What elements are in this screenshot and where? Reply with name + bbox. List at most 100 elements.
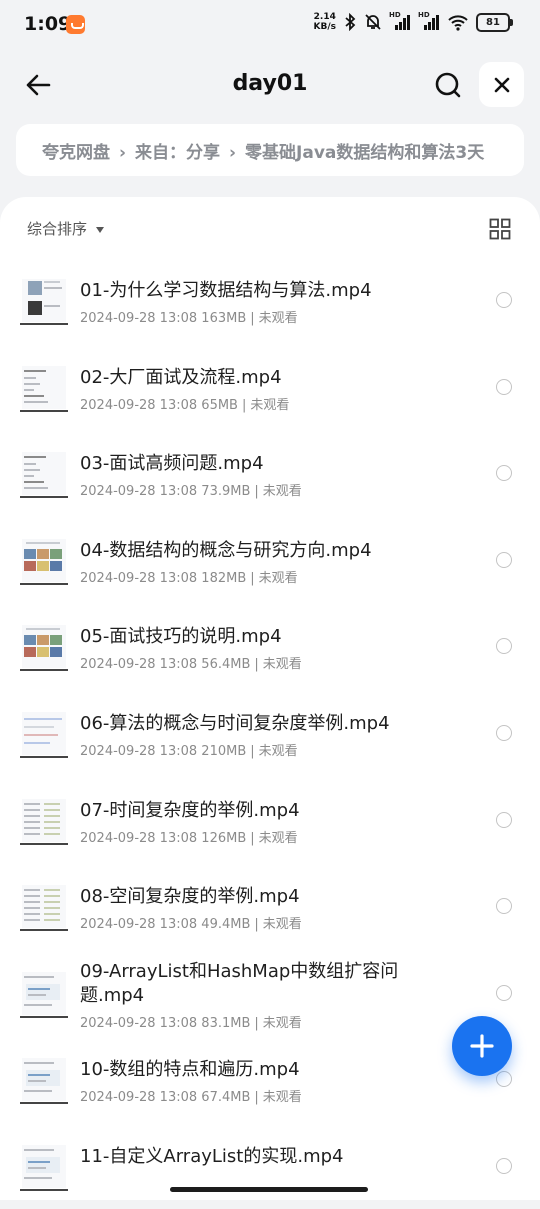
file-date: 2024-09-28 13:08 — [80, 311, 198, 326]
file-meta: 2024-09-28 13:08 210MB | 未观看 — [80, 740, 298, 759]
network-speed-value: 2.14 — [313, 12, 336, 22]
meta-divider: | — [254, 484, 259, 500]
select-radio[interactable] — [496, 638, 512, 655]
file-row[interactable]: 11-自定义ArrayList的实现.mp4 — [0, 1123, 540, 1209]
file-row[interactable]: 05-面试技巧的说明.mp4 2024-09-28 13:08 56.4MB | 未观… — [0, 603, 540, 689]
file-name: 06-算法的概念与时间复杂度举例.mp4 — [80, 713, 390, 734]
video-thumbnail — [20, 277, 68, 325]
select-radio[interactable] — [496, 465, 512, 482]
file-name: 05-面试技巧的说明.mp4 — [80, 626, 282, 648]
file-date: 2024-09-28 13:08 — [80, 1015, 198, 1031]
select-radio[interactable] — [496, 551, 512, 568]
select-radio[interactable] — [496, 984, 512, 1001]
watch-status: 未观看 — [262, 917, 302, 933]
search-icon — [435, 72, 461, 98]
file-name: 10-数组的特点和遍历.mp4 — [80, 1059, 300, 1081]
select-radio[interactable] — [496, 1158, 512, 1174]
video-thumbnail — [20, 1056, 68, 1105]
file-row[interactable]: 08-空间复杂度的举例.mp4 2024-09-28 13:08 49.4MB | 未… — [0, 863, 540, 949]
wifi-icon — [448, 15, 468, 31]
file-size: 49.4MB — [201, 917, 251, 933]
file-name: 04-数据结构的概念与研究方向.mp4 — [80, 539, 372, 561]
sort-dropdown[interactable]: 综合排序 — [27, 218, 105, 239]
video-thumbnail — [20, 969, 68, 1018]
file-row[interactable]: 06-算法的概念与时间复杂度举例.mp4 2024-09-28 13:08 210… — [0, 690, 540, 776]
status-time: 1:09 — [24, 13, 72, 35]
file-name: 08-空间复杂度的举例.mp4 — [80, 886, 300, 908]
breadcrumb-separator: › — [119, 143, 127, 163]
select-radio[interactable] — [496, 725, 512, 741]
sort-label: 综合排序 — [27, 220, 88, 238]
breadcrumb-item-share[interactable]: 来自：分享 — [135, 143, 220, 163]
file-date: 2024-09-28 13:08 — [80, 830, 198, 846]
search-button[interactable] — [428, 65, 468, 105]
file-name: 09-ArrayList和HashMap中数组扩容问题.mp4 — [80, 960, 399, 1006]
grid-view-icon[interactable] — [489, 218, 511, 240]
breadcrumb: 夸克网盘 › 来自：分享 › 零基础Java数据结构和算法3天 — [16, 124, 524, 176]
meta-divider: | — [254, 917, 259, 933]
file-meta: 2024-09-28 13:08 56.4MB | 未观看 — [80, 653, 302, 672]
header-bar: day01 — [0, 55, 540, 115]
status-bar: 1:09 2.14 KB/s HD HD 81 — [0, 0, 540, 50]
meta-divider: | — [254, 1090, 259, 1106]
close-icon — [494, 77, 509, 92]
select-radio[interactable] — [496, 898, 512, 915]
select-radio[interactable] — [496, 292, 512, 308]
breadcrumb-item-folder[interactable]: 零基础Java数据结构和算法3天 — [245, 143, 484, 163]
file-meta: 2024-09-28 13:08 126MB | 未观看 — [80, 827, 298, 846]
file-row[interactable]: 09-ArrayList和HashMap中数组扩容问题.mp4 2024-09-2… — [0, 950, 540, 1036]
file-name: 01-为什么学习数据结构与算法.mp4 — [80, 280, 372, 301]
file-size: 210MB — [201, 744, 247, 759]
file-size: 182MB — [201, 570, 247, 586]
add-button[interactable] — [452, 1016, 512, 1076]
video-thumbnail — [20, 536, 68, 585]
bell-muted-icon — [365, 14, 381, 30]
file-size: 163MB — [201, 311, 247, 326]
app-notification-icon — [66, 15, 85, 34]
file-date: 2024-09-28 13:08 — [80, 744, 198, 759]
file-date: 2024-09-28 13:08 — [80, 570, 198, 586]
video-thumbnail — [20, 710, 68, 758]
caret-down-icon — [96, 226, 105, 233]
file-name: 03-面试高频问题.mp4 — [80, 453, 264, 475]
file-size: 126MB — [201, 830, 247, 846]
watch-status: 未观看 — [258, 744, 298, 759]
select-radio[interactable] — [496, 811, 512, 828]
close-button[interactable] — [479, 62, 524, 107]
file-meta: 2024-09-28 13:08 67.4MB | 未观看 — [80, 1086, 302, 1105]
video-thumbnail — [20, 883, 68, 932]
watch-status: 未观看 — [250, 397, 290, 413]
signal-1-icon: HD — [389, 11, 411, 31]
breadcrumb-item-root[interactable]: 夸克网盘 — [42, 143, 110, 163]
file-name: 02-大厂面试及流程.mp4 — [80, 366, 282, 388]
file-row[interactable]: 02-大厂面试及流程.mp4 2024-09-28 13:08 65MB | 未观看 — [0, 344, 540, 430]
file-name: 07-时间复杂度的举例.mp4 — [80, 799, 300, 821]
signal-2-icon: HD — [418, 11, 440, 31]
select-radio[interactable] — [496, 378, 512, 395]
file-row[interactable]: 03-面试高频问题.mp4 2024-09-28 13:08 73.9MB | 未观看 — [0, 430, 540, 516]
select-radio[interactable] — [496, 1071, 512, 1088]
video-thumbnail — [20, 1143, 68, 1191]
meta-divider: | — [250, 744, 255, 759]
file-row[interactable]: 01-为什么学习数据结构与算法.mp4 2024-09-28 13:08 163M… — [0, 257, 540, 343]
battery-indicator: 81 — [476, 12, 513, 32]
file-meta: 2024-09-28 13:08 182MB | 未观看 — [80, 567, 298, 586]
file-row[interactable]: 04-数据结构的概念与研究方向.mp4 2024-09-28 13:08 182M… — [0, 517, 540, 603]
status-icons: 2.14 KB/s HD HD 81 — [313, 11, 513, 32]
file-size: 67.4MB — [201, 1090, 251, 1106]
file-meta: 2024-09-28 13:08 163MB | 未观看 — [80, 307, 298, 326]
watch-status: 未观看 — [258, 570, 298, 586]
file-date: 2024-09-28 13:08 — [80, 484, 198, 500]
home-indicator — [170, 1187, 368, 1192]
file-meta: 2024-09-28 13:08 49.4MB | 未观看 — [80, 913, 302, 932]
video-thumbnail — [20, 796, 68, 845]
meta-divider: | — [250, 311, 255, 326]
watch-status: 未观看 — [262, 484, 302, 500]
network-speed-unit: KB/s — [313, 22, 336, 32]
watch-status: 未观看 — [262, 1015, 302, 1031]
file-row[interactable]: 07-时间复杂度的举例.mp4 2024-09-28 13:08 126MB | 未观… — [0, 777, 540, 863]
file-size: 83.1MB — [201, 1015, 251, 1031]
plus-icon — [470, 1034, 494, 1058]
file-size: 56.4MB — [201, 657, 251, 673]
video-thumbnail — [20, 363, 68, 412]
